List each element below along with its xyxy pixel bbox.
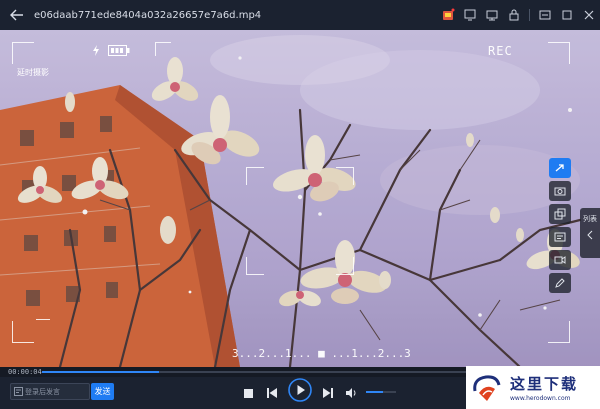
focus-corner-br [336,257,354,275]
stop-icon[interactable] [240,383,256,403]
record-icon[interactable] [549,250,571,270]
next-icon[interactable] [320,383,336,403]
focus-corner-bl [246,257,264,275]
close-icon[interactable] [578,0,600,30]
play-button[interactable] [288,378,312,402]
countdown-text: 3...2...1... ■ ...1...2...3 [232,347,411,360]
chevron-left-icon [587,230,593,240]
subtitle-icon[interactable] [549,227,571,247]
video-frame[interactable]: REC 延时摄影 3...2...1... ■ ...1...2...3 列表 [0,30,600,367]
screenshot-icon[interactable] [549,181,571,201]
comment-icon [11,384,25,399]
magnolia-scene-image [0,30,600,367]
viewfinder-mark [36,306,50,320]
volume-icon[interactable] [345,383,359,403]
battery-icon [108,45,130,56]
overlay-caption: 延时摄影 [17,68,49,77]
send-button[interactable]: 发送 [91,383,114,400]
window-tools [437,0,600,30]
viewfinder-corner-tl [12,42,34,64]
site-logo: 这里下载 www.herodown.com [466,366,600,409]
volume-slider[interactable] [366,391,396,393]
playlist-tab-label: 列表 [583,215,597,223]
edit-icon[interactable] [549,273,571,293]
flash-icon [93,45,99,56]
mini-player-icon[interactable] [459,0,481,30]
volume-slider-level [366,391,383,393]
current-time: 00:00:04 [8,368,42,376]
previous-icon[interactable] [264,383,280,403]
viewfinder-corner-tr [548,42,570,64]
side-toolbar [549,158,571,293]
back-arrow-icon[interactable] [0,0,34,30]
file-name: e06daab771ede8404a032a26657e7a6d.mp4 [34,9,262,21]
rec-label: REC [488,44,513,58]
screen-icon[interactable] [481,0,503,30]
playlist-tab[interactable]: 列表 [580,208,600,258]
title-bar: e06daab771ede8404a032a26657e7a6d.mp4 [0,0,600,30]
toolbar-divider [529,9,530,21]
logo-url: www.herodown.com [510,395,571,402]
share-icon[interactable] [549,158,571,178]
lock-icon[interactable] [503,0,525,30]
logo-name: 这里下载 [510,375,579,393]
minimize-icon[interactable] [534,0,556,30]
restore-icon[interactable] [556,0,578,30]
viewfinder-mark [155,42,171,56]
viewfinder-corner-br [548,321,570,343]
copy-icon[interactable] [549,204,571,224]
focus-corner-tl [246,167,264,185]
focus-corner-tr [336,167,354,185]
comment-placeholder: 登录后发言 [25,387,60,396]
seek-bar-played [42,371,159,373]
store-icon[interactable] [437,0,459,30]
logo-emblem-icon [466,366,506,409]
viewfinder-corner-bl [12,321,34,343]
comment-input[interactable]: 登录后发言 [10,383,90,400]
